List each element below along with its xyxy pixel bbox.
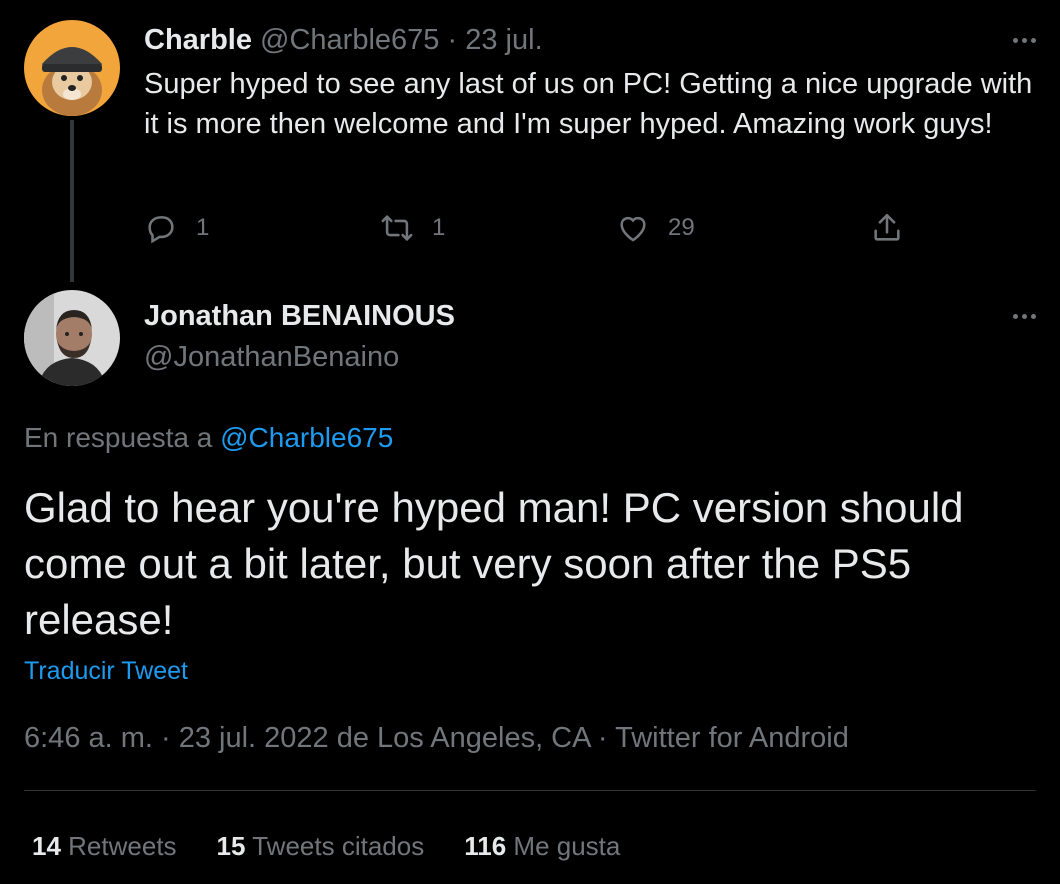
bearded-man-avatar-icon <box>24 290 120 386</box>
tweet2-text: Glad to hear you're hyped man! PC versio… <box>24 484 964 643</box>
share-button[interactable] <box>870 206 904 250</box>
reply-context: En respuesta a @Charble675 <box>24 420 393 456</box>
tweet2-author-handle[interactable]: @JonathanBenaino <box>144 339 399 375</box>
like-button[interactable]: 29 <box>616 206 695 250</box>
thread-connector-line <box>70 120 74 282</box>
tweet1-text: Super hyped to see any last of us on PC!… <box>144 68 1033 140</box>
stat-label: Me gusta <box>513 831 621 861</box>
tweet1-separator: · <box>447 24 458 56</box>
retweet-button[interactable]: 1 <box>380 206 445 250</box>
tweet1-header: Charble @Charble675 · 23 jul. <box>144 22 543 58</box>
stat-label: Tweets citados <box>252 831 425 861</box>
stat-retweets[interactable]: 14 Retweets <box>32 829 177 863</box>
tweet1-author-handle[interactable]: @Charble675 <box>260 24 439 56</box>
avatar-charble[interactable] <box>24 20 120 116</box>
stat-count: 116 <box>464 831 507 861</box>
tweet1-date[interactable]: 23 jul. <box>465 24 542 56</box>
stat-count: 15 <box>216 831 246 861</box>
reply-handle-link[interactable]: @Charble675 <box>220 422 393 453</box>
tweet2-author-name[interactable]: Jonathan BENAINOUS <box>144 298 455 334</box>
like-count: 29 <box>668 214 695 241</box>
tweet2-stats: 14 Retweets 15 Tweets citados 116 Me gus… <box>32 829 620 863</box>
retweet-count: 1 <box>432 214 446 241</box>
tweet2-timestamp-meta[interactable]: 6:46 a. m. · 23 jul. 2022 de Los Angeles… <box>24 720 849 756</box>
stat-label: Retweets <box>68 831 177 861</box>
reply-icon <box>148 216 174 244</box>
reply-prefix: En respuesta a <box>24 422 213 453</box>
dog-with-beanie-avatar-icon <box>24 20 120 116</box>
divider <box>24 790 1036 791</box>
reply-count: 1 <box>196 214 210 241</box>
tweet2-more-options-icon[interactable] <box>1004 306 1044 326</box>
heart-icon <box>620 216 646 242</box>
stat-count: 14 <box>32 831 61 861</box>
stat-quote-tweets[interactable]: 15 Tweets citados <box>217 829 425 863</box>
tweet1-more-options-icon[interactable] <box>1004 30 1044 50</box>
avatar-jonathan[interactable] <box>24 290 120 386</box>
translate-tweet-link[interactable]: Traducir Tweet <box>24 656 188 686</box>
retweet-icon <box>381 215 413 241</box>
reply-button[interactable]: 1 <box>144 206 209 250</box>
stat-likes[interactable]: 116 Me gusta <box>464 829 620 863</box>
tweet1-author-name[interactable]: Charble <box>144 24 252 56</box>
share-icon <box>874 213 900 241</box>
